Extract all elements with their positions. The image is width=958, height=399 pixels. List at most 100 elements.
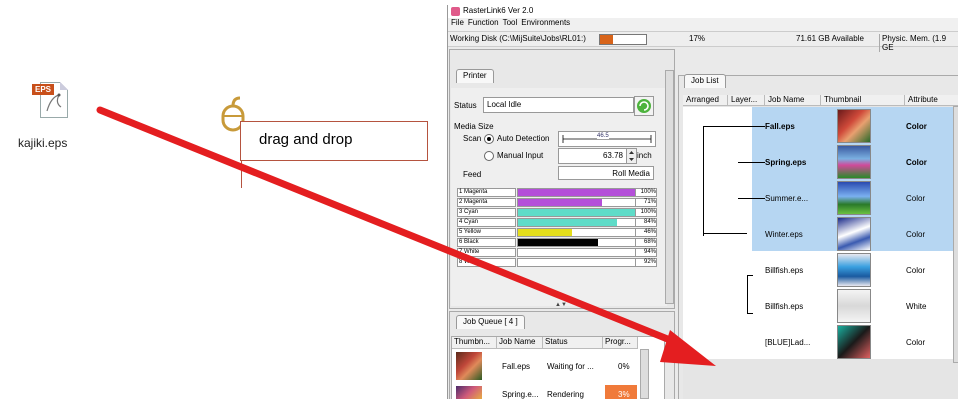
menu-function[interactable]: Function	[468, 18, 499, 27]
eps-file-icon[interactable]: EPS kajiki.eps	[18, 80, 82, 150]
unit-label: inch	[637, 151, 652, 160]
ink-level-bar	[517, 198, 637, 207]
splitter-handle[interactable]: ▲▼	[450, 302, 672, 308]
ink-level-bar	[517, 218, 637, 227]
table-row[interactable]: Summer.e... Color	[683, 179, 958, 215]
job-thumbnail	[837, 253, 871, 287]
job-thumbnail	[837, 181, 871, 215]
ink-name: 4 Cyan	[457, 218, 516, 227]
jl-header-arranged[interactable]: Arranged	[683, 95, 728, 106]
ink-level-fill	[518, 259, 627, 266]
job-attribute: Color	[906, 230, 926, 239]
menu-environments[interactable]: Environments	[521, 18, 570, 27]
status-field: Local Idle	[483, 97, 634, 113]
auto-detection-radio[interactable]	[484, 134, 494, 144]
jl-header-attribute[interactable]: Attribute	[905, 95, 958, 106]
ink-percent: 92%	[635, 258, 657, 267]
auto-width-value: 46.5	[597, 133, 609, 139]
table-row[interactable]: Fall.eps Waiting for ... 0%	[452, 349, 638, 383]
printer-scrollbar[interactable]	[665, 70, 674, 304]
drag-drop-callout: drag and drop	[240, 121, 428, 188]
ink-row: 1 Magenta 100%	[457, 188, 657, 197]
ink-level-bar	[517, 188, 637, 197]
manual-input-radio[interactable]	[484, 151, 494, 161]
ink-level-bar	[517, 258, 637, 267]
ink-percent: 100%	[635, 208, 657, 217]
ink-name: 7 White	[457, 248, 516, 257]
feed-label: Feed	[463, 170, 482, 179]
printer-panel: Status Local Idle Media Size Scan Auto D…	[451, 88, 667, 306]
callout-text: drag and drop	[259, 131, 353, 148]
tab-job-queue[interactable]: Job Queue [ 4 ]	[456, 315, 525, 329]
ink-row: 6 Black 68%	[457, 238, 657, 247]
file-label: kajiki.eps	[18, 136, 68, 150]
job-progress: 3%	[618, 390, 630, 399]
table-row[interactable]: Fall.eps Color	[683, 107, 958, 143]
jq-header-status[interactable]: Status	[543, 337, 603, 349]
job-progress: 0%	[618, 362, 630, 371]
jq-header-thumbnail[interactable]: Thumbn...	[452, 337, 497, 349]
job-attribute: Color	[906, 266, 926, 275]
refresh-button[interactable]	[634, 96, 654, 116]
jq-header-progress[interactable]: Progr...	[603, 337, 638, 349]
job-thumbnail	[456, 386, 482, 399]
jl-header-thumbnail[interactable]: Thumbnail	[821, 95, 905, 106]
job-thumbnail	[837, 145, 871, 179]
tab-job-list[interactable]: Job List	[684, 74, 726, 88]
ink-level-fill	[518, 239, 599, 246]
window-title: RasterLink6 Ver 2.0	[463, 6, 534, 15]
table-row[interactable]: [BLUE]Lad... Color	[683, 323, 958, 359]
tree-connector	[703, 126, 738, 127]
tree-connector	[747, 313, 753, 314]
tab-printer[interactable]: Printer	[456, 69, 494, 83]
table-row[interactable]: Spring.eps Color	[683, 143, 958, 179]
ink-level-bar	[517, 248, 637, 257]
job-name: Fall.eps	[502, 362, 531, 371]
job-name: Billfish.eps	[765, 266, 804, 275]
feed-field: Roll Media	[558, 166, 654, 180]
tree-connector	[747, 275, 748, 313]
job-list-scrollbar[interactable]	[953, 106, 958, 363]
ink-level-bar	[517, 208, 637, 217]
rasterlink-window: RasterLink6 Ver 2.0 File Function Tool Envi…	[447, 5, 958, 399]
job-queue-table: Thumbn... Job Name Status Progr... Fall.…	[451, 336, 665, 399]
ink-percent: 46%	[635, 228, 657, 237]
ink-name: 5 Yellow	[457, 228, 516, 237]
status-label: Status	[454, 101, 477, 110]
table-row[interactable]: Billfish.eps Color	[683, 251, 958, 287]
jl-header-layer[interactable]: Layer...	[728, 95, 765, 106]
tree-connector	[738, 126, 765, 127]
width-stepper[interactable]	[626, 148, 637, 164]
job-thumbnail	[837, 217, 871, 251]
job-list-table: Arranged Layer... Job Name Thumbnail Att…	[683, 95, 958, 399]
job-name: Winter.eps	[765, 230, 803, 239]
working-disk-bar: Working Disk (C:\MijSuite\Jobs\RL01:) 17…	[448, 31, 958, 52]
auto-detection-label: Auto Detection	[497, 134, 550, 143]
tree-connector	[738, 162, 765, 163]
manual-width-field[interactable]: 63.78	[558, 148, 627, 164]
media-size-label: Media Size	[454, 122, 494, 131]
menu-file[interactable]: File	[451, 18, 464, 27]
queue-scrollbar[interactable]	[640, 349, 649, 399]
ink-row: 2 Magenta 71%	[457, 198, 657, 207]
manual-input-label: Manual Input	[497, 151, 544, 160]
job-name: Spring.e...	[502, 390, 539, 399]
jq-header-job-name[interactable]: Job Name	[497, 337, 543, 349]
jl-header-job-name[interactable]: Job Name	[765, 95, 821, 106]
ink-level-fill	[518, 199, 602, 206]
table-row[interactable]: Spring.e... Rendering 3%	[452, 383, 638, 399]
ink-level-fill	[518, 249, 629, 256]
job-name: [BLUE]Lad...	[765, 338, 811, 347]
ink-percent: 94%	[635, 248, 657, 257]
tree-connector	[738, 198, 765, 199]
scan-label: Scan	[463, 134, 482, 143]
table-row[interactable]: Billfish.eps White	[683, 287, 958, 323]
job-status: Waiting for ...	[547, 362, 594, 371]
disk-label: Working Disk (C:\MijSuite\Jobs\RL01:)	[450, 34, 586, 43]
disk-usage-meter	[599, 34, 647, 45]
job-thumbnail	[837, 325, 871, 359]
tree-connector	[747, 275, 753, 276]
menu-tool[interactable]: Tool	[503, 18, 518, 27]
ink-name: 8 White	[457, 258, 516, 267]
auto-width-display: 46.5	[558, 131, 656, 147]
